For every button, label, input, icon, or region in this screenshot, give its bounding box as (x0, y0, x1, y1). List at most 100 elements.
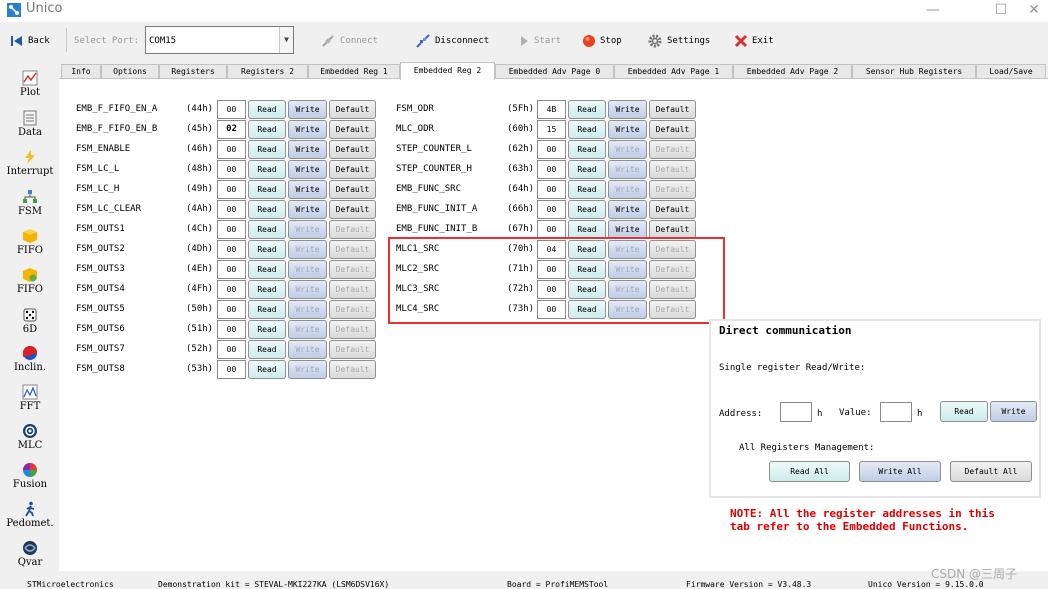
maximize-button[interactable]: ☐ (978, 0, 1024, 22)
read-all-button[interactable]: Read All (769, 461, 850, 482)
write-button-emb-func-init-a[interactable]: Write (608, 200, 647, 219)
minimize-button[interactable]: — (910, 0, 956, 22)
write-button-fsm-enable[interactable]: Write (288, 140, 327, 159)
register-value-step-counter-l[interactable]: 00 (537, 140, 566, 159)
stop-button[interactable]: Stop (582, 30, 622, 52)
register-value-fsm-lc-h[interactable]: 00 (217, 180, 246, 199)
default-button-emb-f-fifo-en-b[interactable]: Default (329, 120, 376, 139)
read-button-fsm-outs2[interactable]: Read (248, 240, 286, 259)
sidebar-item-plot[interactable]: Plot (0, 70, 60, 98)
close-window-button[interactable]: ✕ (1020, 0, 1048, 22)
sidebar-item-fifo[interactable]: FIFO (0, 228, 60, 256)
tab-sensor-hub-registers[interactable]: Sensor Hub Registers (852, 64, 976, 79)
register-value-fsm-outs3[interactable]: 00 (217, 260, 246, 279)
register-value-fsm-outs7[interactable]: 00 (217, 340, 246, 359)
write-button-emb-f-fifo-en-b[interactable]: Write (288, 120, 327, 139)
read-button-fsm-outs6[interactable]: Read (248, 320, 286, 339)
register-value-fsm-lc-l[interactable]: 00 (217, 160, 246, 179)
register-value-fsm-outs8[interactable]: 00 (217, 360, 246, 379)
default-button-fsm-odr[interactable]: Default (649, 100, 696, 119)
register-value-emb-func-init-a[interactable]: 00 (537, 200, 566, 219)
direct-write-button[interactable]: Write (990, 401, 1037, 422)
default-button-emb-func-init-a[interactable]: Default (649, 200, 696, 219)
read-button-emb-func-src[interactable]: Read (568, 180, 606, 199)
read-button-fsm-outs5[interactable]: Read (248, 300, 286, 319)
chevron-down-icon[interactable]: ▼ (279, 27, 293, 53)
sidebar-item-pedometer[interactable]: Pedomet. (0, 501, 60, 529)
exit-button[interactable]: Exit (734, 30, 774, 52)
sidebar-item-fifo-config[interactable]: FIFO (0, 267, 60, 295)
tab-info[interactable]: Info (61, 64, 101, 79)
read-button-fsm-lc-l[interactable]: Read (248, 160, 286, 179)
settings-button[interactable]: Settings (647, 30, 710, 52)
sidebar-item-qvar[interactable]: Qvar (0, 540, 60, 568)
read-button-fsm-outs7[interactable]: Read (248, 340, 286, 359)
register-value-fsm-odr[interactable]: 4B (537, 100, 566, 119)
default-button-fsm-enable[interactable]: Default (329, 140, 376, 159)
tab-load-save[interactable]: Load/Save (976, 64, 1046, 79)
disconnect-button[interactable]: Disconnect (415, 30, 489, 52)
tab-options[interactable]: Options (101, 64, 159, 79)
read-button-emb-f-fifo-en-b[interactable]: Read (248, 120, 286, 139)
sidebar-item-6d[interactable]: 6D (0, 307, 60, 335)
read-button-fsm-outs3[interactable]: Read (248, 260, 286, 279)
register-value-step-counter-h[interactable]: 00 (537, 160, 566, 179)
write-button-mlc-odr[interactable]: Write (608, 120, 647, 139)
direct-read-button[interactable]: Read (940, 401, 988, 422)
tab-embedded-adv-page-2[interactable]: Embedded Adv Page 2 (733, 64, 852, 79)
read-button-fsm-lc-h[interactable]: Read (248, 180, 286, 199)
sidebar-item-inclin[interactable]: Inclin. (0, 345, 60, 373)
default-button-emb-f-fifo-en-a[interactable]: Default (329, 100, 376, 119)
default-button-mlc-odr[interactable]: Default (649, 120, 696, 139)
tab-embedded-adv-page-1[interactable]: Embedded Adv Page 1 (614, 64, 733, 79)
write-button-fsm-lc-h[interactable]: Write (288, 180, 327, 199)
register-value-fsm-outs6[interactable]: 00 (217, 320, 246, 339)
read-button-fsm-lc-clear[interactable]: Read (248, 200, 286, 219)
read-button-mlc-odr[interactable]: Read (568, 120, 606, 139)
sidebar-item-fsm[interactable]: FSM (0, 189, 60, 217)
register-value-fsm-enable[interactable]: 00 (217, 140, 246, 159)
read-button-fsm-outs4[interactable]: Read (248, 280, 286, 299)
register-value-fsm-outs1[interactable]: 00 (217, 220, 246, 239)
value-input[interactable] (880, 402, 912, 422)
read-button-emb-f-fifo-en-a[interactable]: Read (248, 100, 286, 119)
register-value-emb-func-src[interactable]: 00 (537, 180, 566, 199)
sidebar-item-interrupt[interactable]: Interrupt (0, 149, 60, 177)
tab-registers[interactable]: Registers (159, 64, 227, 79)
register-value-fsm-outs4[interactable]: 00 (217, 280, 246, 299)
tab-embedded-reg-2[interactable]: Embedded Reg 2 (400, 62, 495, 80)
connect-button[interactable]: Connect (320, 30, 378, 52)
default-button-fsm-lc-clear[interactable]: Default (329, 200, 376, 219)
default-button-fsm-lc-h[interactable]: Default (329, 180, 376, 199)
write-button-fsm-lc-l[interactable]: Write (288, 160, 327, 179)
read-button-step-counter-l[interactable]: Read (568, 140, 606, 159)
read-button-fsm-outs8[interactable]: Read (248, 360, 286, 379)
read-button-fsm-outs1[interactable]: Read (248, 220, 286, 239)
register-value-fsm-outs5[interactable]: 00 (217, 300, 246, 319)
tab-embedded-reg-1[interactable]: Embedded Reg 1 (308, 64, 400, 79)
read-button-fsm-odr[interactable]: Read (568, 100, 606, 119)
register-value-fsm-lc-clear[interactable]: 00 (217, 200, 246, 219)
write-all-button[interactable]: Write All (859, 461, 941, 482)
port-select[interactable]: COM15 ▼ (145, 26, 294, 54)
sidebar-item-mlc[interactable]: MLC (0, 423, 60, 451)
sidebar-item-data[interactable]: Data (0, 110, 60, 138)
write-button-fsm-lc-clear[interactable]: Write (288, 200, 327, 219)
default-all-button[interactable]: Default All (950, 461, 1032, 482)
write-button-fsm-odr[interactable]: Write (608, 100, 647, 119)
read-button-fsm-enable[interactable]: Read (248, 140, 286, 159)
back-button[interactable]: Back (10, 30, 50, 52)
register-value-emb-f-fifo-en-b[interactable]: 02 (217, 120, 246, 139)
sidebar-item-fft[interactable]: FFT (0, 384, 60, 412)
tab-embedded-adv-page-0[interactable]: Embedded Adv Page 0 (495, 64, 614, 79)
register-value-mlc-odr[interactable]: 15 (537, 120, 566, 139)
read-button-emb-func-init-a[interactable]: Read (568, 200, 606, 219)
address-input[interactable] (780, 402, 812, 422)
start-button[interactable]: Start (518, 30, 561, 52)
tab-registers-2[interactable]: Registers 2 (227, 64, 308, 79)
register-value-fsm-outs2[interactable]: 00 (217, 240, 246, 259)
register-value-emb-f-fifo-en-a[interactable]: 00 (217, 100, 246, 119)
default-button-fsm-lc-l[interactable]: Default (329, 160, 376, 179)
sidebar-item-fusion[interactable]: Fusion (0, 462, 60, 490)
read-button-step-counter-h[interactable]: Read (568, 160, 606, 179)
